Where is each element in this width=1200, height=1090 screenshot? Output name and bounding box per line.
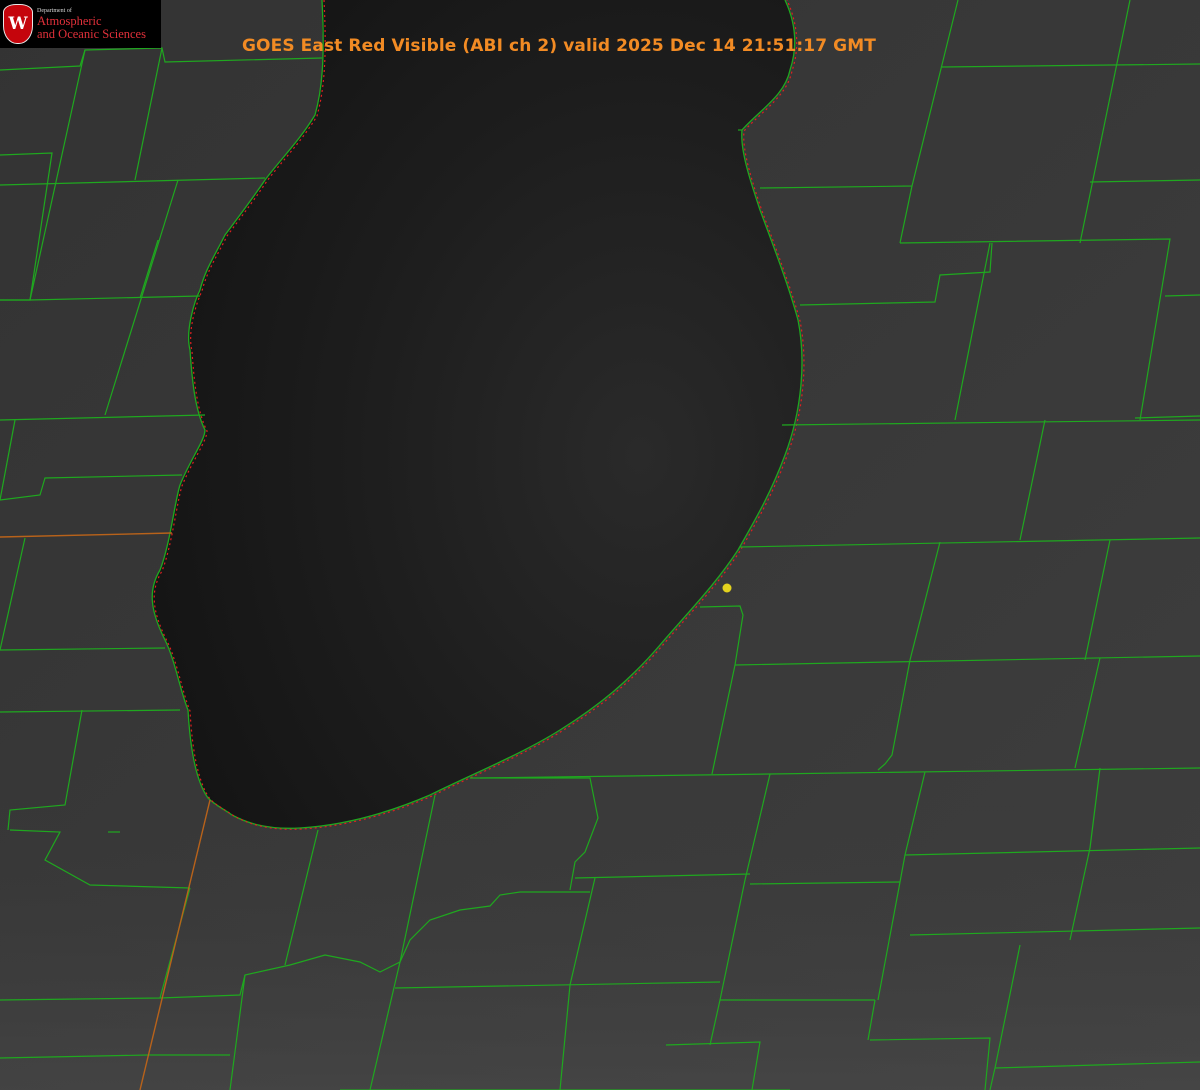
logo-name-line1: Atmospheric	[37, 13, 102, 28]
image-title: GOES East Red Visible (ABI ch 2) valid 2…	[242, 36, 876, 56]
uw-crest-icon: W	[3, 4, 33, 44]
logo-text: Department of Atmospheric and Oceanic Sc…	[37, 8, 146, 41]
logo-name-line2: and Oceanic Sciences	[37, 26, 146, 41]
location-marker	[722, 583, 732, 593]
satellite-map	[0, 0, 1200, 1090]
logo-department: Department of	[37, 7, 72, 14]
satellite-viewer: W Department of Atmospheric and Oceanic …	[0, 0, 1200, 1090]
uw-aos-logo: W Department of Atmospheric and Oceanic …	[0, 0, 161, 48]
